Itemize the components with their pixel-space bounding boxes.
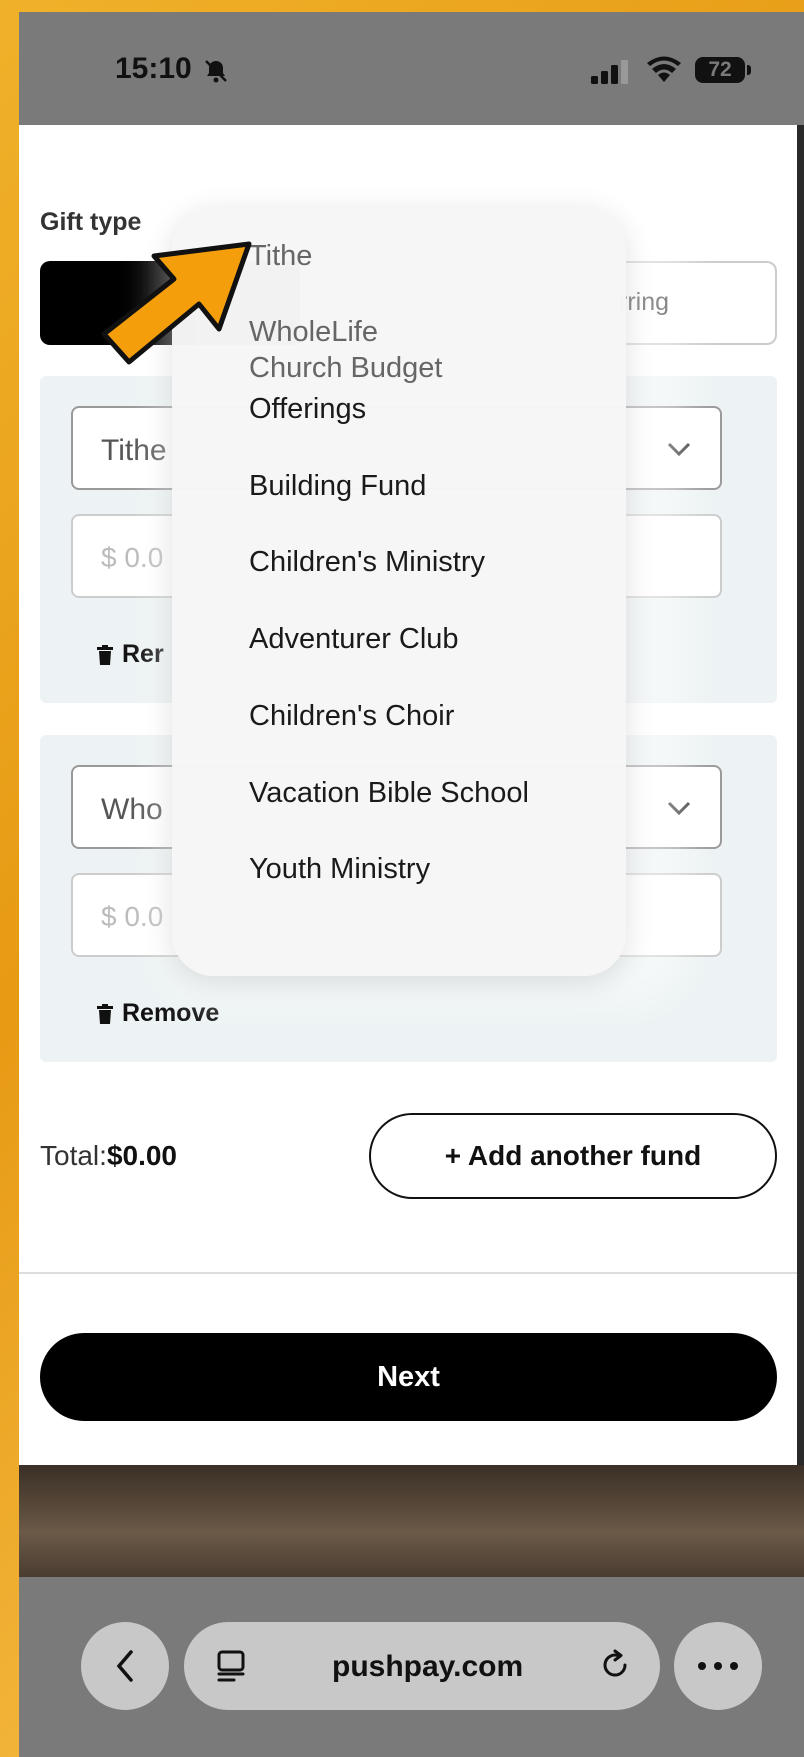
divider <box>19 1272 797 1274</box>
signal-icon <box>591 60 628 84</box>
dropdown-option[interactable]: Vacation Bible School <box>249 775 529 811</box>
phone-screen: 15:10 72 Gift type rring Tithe $ 0.0 Rer… <box>19 12 804 1757</box>
bell-slash-icon <box>205 60 227 83</box>
background-edge <box>797 125 804 1465</box>
amount-placeholder: $ 0.0 <box>101 542 164 573</box>
next-button[interactable]: Next <box>40 1333 777 1421</box>
dropdown-option[interactable]: Children's Ministry <box>249 544 485 580</box>
total-value: $0.00 <box>106 1140 178 1171</box>
add-fund-button[interactable]: + Add another fund <box>369 1113 777 1199</box>
address-url: pushpay.com <box>332 1650 524 1683</box>
dropdown-option[interactable]: Adventurer Club <box>249 621 459 657</box>
chevron-left-icon <box>116 1650 133 1682</box>
wifi-icon <box>647 56 681 82</box>
background-photo <box>19 1465 804 1577</box>
dropdown-option-subline[interactable]: Church Budget <box>249 350 442 386</box>
trash-icon <box>97 644 113 665</box>
remove-fund-button[interactable]: Rer <box>96 640 164 669</box>
page-menu-icon <box>217 1650 245 1682</box>
battery-icon: 72 <box>695 57 745 83</box>
gift-type-label: Gift type <box>40 208 142 236</box>
address-bar[interactable]: pushpay.com <box>184 1622 660 1710</box>
back-button[interactable] <box>81 1622 169 1710</box>
trash-icon <box>97 1003 113 1024</box>
remove-fund-label: Rer <box>122 640 164 668</box>
more-options-button[interactable] <box>674 1622 762 1710</box>
dropdown-option[interactable]: WholeLife <box>249 314 378 350</box>
status-bar: 15:10 72 <box>19 12 804 125</box>
arrow-shape <box>101 241 252 365</box>
pointer-arrow-icon <box>101 241 252 365</box>
fund-select-value: Tithe <box>101 434 167 467</box>
battery-tip <box>747 65 751 75</box>
status-time: 15:10 <box>115 52 192 85</box>
amount-placeholder: $ 0.0 <box>101 901 164 932</box>
dropdown-option[interactable]: Building Fund <box>249 468 426 504</box>
remove-fund-label: Remove <box>122 999 220 1027</box>
remove-fund-button[interactable]: Remove <box>96 999 219 1028</box>
fund-select-value: Who <box>101 793 163 826</box>
ellipsis-icon <box>698 1662 738 1670</box>
dropdown-option[interactable]: Children's Choir <box>249 698 454 734</box>
dropdown-option[interactable]: Youth Ministry <box>249 851 430 887</box>
dropdown-option[interactable]: Offerings <box>249 391 366 427</box>
reload-icon[interactable] <box>598 1648 632 1682</box>
total-label: Total: <box>40 1140 107 1171</box>
total-amount: Total:$0.00 <box>40 1140 177 1172</box>
